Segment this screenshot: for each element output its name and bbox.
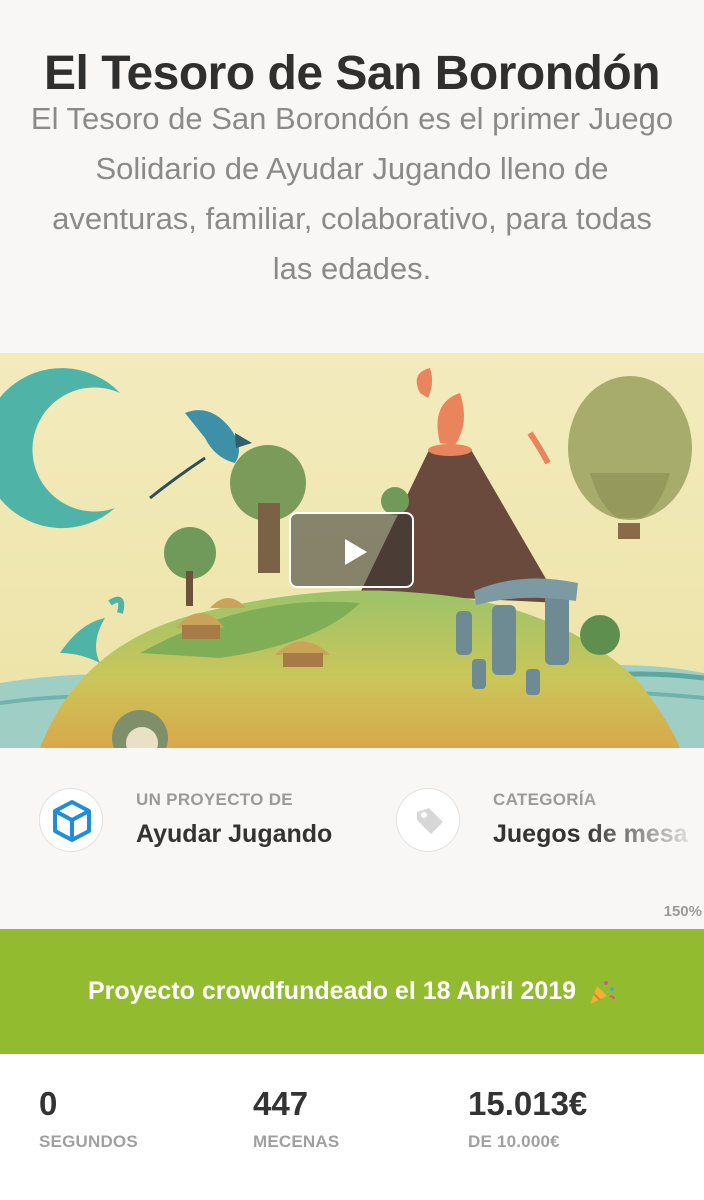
creator-label: UN PROYECTO DE bbox=[136, 790, 293, 809]
project-description: El Tesoro de San Borondón es el primer J… bbox=[30, 101, 674, 286]
stat-value: 447 bbox=[253, 1085, 309, 1122]
play-icon bbox=[345, 539, 367, 565]
stat-label: SEGUNDOS bbox=[39, 1132, 138, 1151]
stat-label: MECENAS bbox=[253, 1132, 340, 1151]
funded-banner-text: Proyecto crowdfundeado el 18 Abril 2019 bbox=[87, 977, 577, 1005]
zoom-level: 150% bbox=[663, 903, 702, 920]
creator-name[interactable]: Ayudar Jugando bbox=[136, 820, 332, 849]
page-title: El Tesoro de San Borondón bbox=[44, 47, 660, 101]
creator-info[interactable]: UN PROYECTO DE Ayudar Jugando bbox=[39, 788, 369, 858]
stat-label: DE 10.000€ bbox=[468, 1132, 560, 1151]
category-label: CATEGORÍA bbox=[493, 790, 597, 809]
project-meta-row: UN PROYECTO DE Ayudar Jugando CATEGORÍA … bbox=[0, 748, 704, 928]
cube-logo-icon bbox=[39, 788, 103, 852]
stat-time: 0 SEGUNDOS bbox=[39, 1086, 138, 1152]
party-popper-icon bbox=[586, 977, 616, 1007]
stat-backers: 447 MECENAS bbox=[253, 1086, 339, 1152]
stat-raised: 15.013€ DE 10.000€ bbox=[468, 1086, 587, 1152]
stat-value: 15.013€ bbox=[468, 1085, 588, 1122]
funded-banner: Proyecto crowdfundeado el 18 Abril 2019 bbox=[0, 929, 704, 1054]
tag-icon bbox=[396, 788, 460, 852]
scroll-fade-overlay bbox=[584, 748, 704, 928]
stats-row: 0 SEGUNDOS 447 MECENAS 15.013€ DE 10.000… bbox=[0, 1054, 704, 1200]
video-play-button[interactable] bbox=[289, 512, 414, 588]
video-player[interactable] bbox=[0, 353, 704, 748]
stat-value: 0 bbox=[39, 1085, 58, 1122]
